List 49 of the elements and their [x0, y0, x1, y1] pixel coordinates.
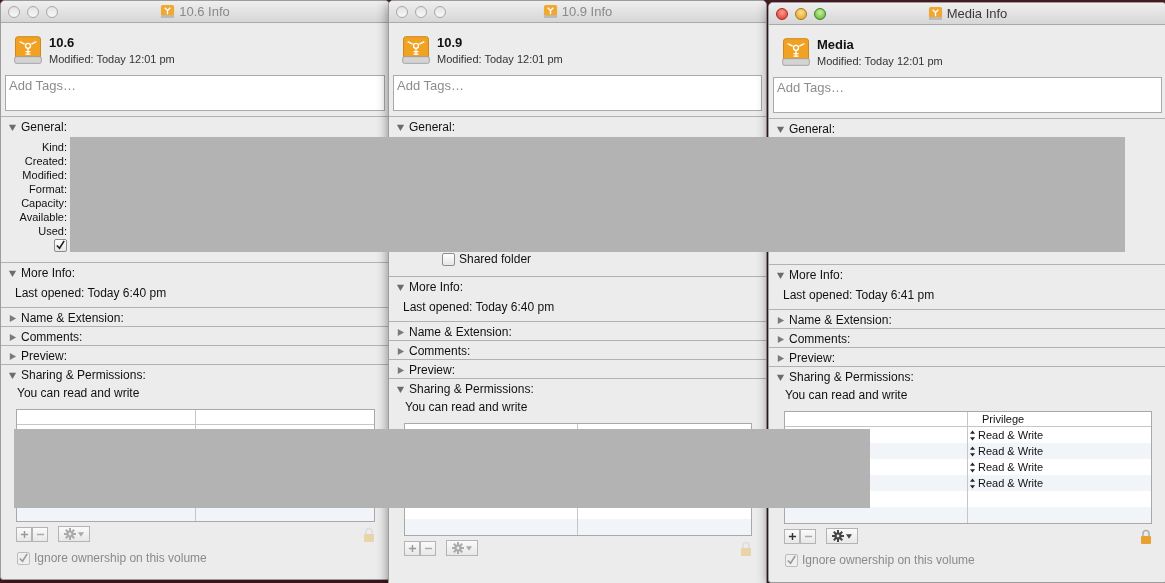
section-toggle[interactable]: General:: [1, 120, 68, 134]
window-title: 10.9 Info: [561, 4, 613, 19]
modified-date: Modified: Today 12:01 pm: [437, 53, 563, 65]
last-opened-text: Last opened: Today 6:40 pm: [15, 286, 167, 300]
section-toggle[interactable]: Name & Extension:: [389, 325, 512, 339]
section-toggle[interactable]: More Info:: [389, 280, 464, 294]
file-name: Media: [817, 37, 855, 52]
field-label: Created:: [23, 154, 67, 168]
column-header[interactable]: Privilege: [982, 413, 1025, 425]
permission-text: You can read and write: [16, 386, 141, 400]
window-title: Media Info: [946, 6, 1008, 21]
privilege-popup[interactable]: Read & Write: [968, 459, 1044, 475]
tags-field[interactable]: Add Tags…: [773, 77, 1162, 113]
last-opened-text: Last opened: Today 6:40 pm: [403, 300, 555, 314]
section-toggle[interactable]: More Info:: [769, 268, 844, 282]
field-label: Format:: [28, 182, 67, 196]
section-toggle[interactable]: General:: [389, 120, 456, 134]
section-toggle[interactable]: Sharing & Permissions:: [769, 370, 914, 384]
section-toggle[interactable]: General:: [769, 122, 836, 136]
section-toggle[interactable]: Name & Extension:: [769, 313, 892, 327]
tags-field[interactable]: Add Tags…: [393, 75, 762, 111]
section-toggle[interactable]: Preview:: [1, 349, 67, 363]
field-label: Used:: [37, 224, 67, 238]
modified-date: Modified: Today 12:01 pm: [49, 53, 175, 65]
section-toggle[interactable]: Preview:: [769, 351, 835, 365]
checkbox-label: Shared folder: [459, 252, 532, 266]
tags-field[interactable]: Add Tags…: [5, 75, 385, 111]
section-toggle[interactable]: Comments:: [769, 332, 851, 346]
privilege-popup[interactable]: Read & Write: [968, 427, 1044, 443]
window-title: 10.6 Info: [179, 4, 230, 19]
section-toggle[interactable]: Sharing & Permissions:: [389, 382, 534, 396]
field-label: Available:: [18, 210, 67, 224]
checkbox-label: Ignore ownership on this volume: [802, 553, 975, 567]
section-toggle[interactable]: Preview:: [389, 363, 455, 377]
last-opened-text: Last opened: Today 6:41 pm: [783, 288, 935, 302]
section-toggle[interactable]: Comments:: [389, 344, 471, 358]
field-label: Capacity:: [20, 196, 67, 210]
section-toggle[interactable]: More Info:: [1, 266, 76, 280]
section-toggle[interactable]: Sharing & Permissions:: [1, 368, 146, 382]
permission-text: You can read and write: [784, 388, 909, 402]
checkbox-label: Ignore ownership on this volume: [34, 551, 207, 565]
permission-text: You can read and write: [404, 400, 529, 414]
field-label: Modified:: [21, 168, 67, 182]
field-label: Kind:: [40, 140, 67, 154]
section-toggle[interactable]: Comments:: [1, 330, 83, 344]
section-toggle[interactable]: Name & Extension:: [1, 311, 124, 325]
file-name: 10.6: [49, 35, 76, 50]
file-name: 10.9: [437, 35, 464, 50]
modified-date: Modified: Today 12:01 pm: [817, 55, 943, 67]
